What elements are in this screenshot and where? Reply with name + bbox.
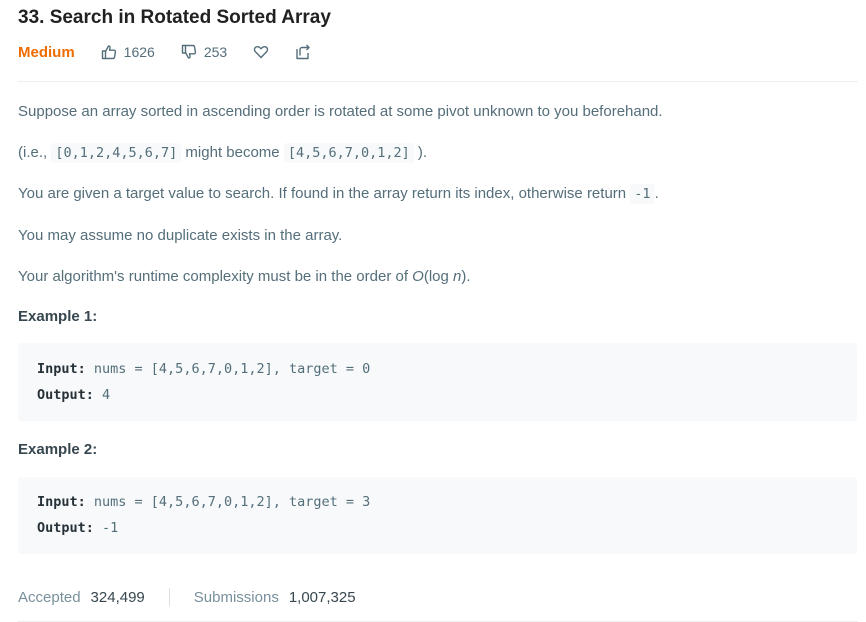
description-paragraph-1: Suppose an array sorted in ascending ord…	[18, 103, 663, 120]
submissions-label: Submissions	[193, 588, 279, 606]
inline-code-sorted-array: [0,1,2,4,5,6,7]	[51, 143, 182, 163]
favorite-button[interactable]	[253, 44, 269, 60]
submissions-value: 1,007,325	[288, 588, 356, 606]
inline-code-rotated-array: [4,5,6,7,0,1,2]	[283, 143, 414, 163]
example-2-output: Output: -1	[37, 520, 119, 536]
accepted-value: 324,499	[90, 588, 145, 606]
difficulty-badge: Medium	[18, 43, 75, 61]
submission-stats: Accepted 324,499 Submissions 1,007,325	[18, 586, 356, 608]
example-1-title: Example 1:	[18, 308, 98, 325]
share-button[interactable]	[295, 44, 311, 60]
accepted-label: Accepted	[18, 588, 81, 606]
example-2-code-block: Input: nums = [4,5,6,7,0,1,2], target = …	[18, 477, 857, 554]
heart-icon	[253, 46, 269, 59]
stats-separator	[168, 588, 170, 606]
like-count: 1626	[123, 44, 155, 60]
example-1-code-block: Input: nums = [4,5,6,7,0,1,2], target = …	[18, 343, 857, 421]
problem-title: 33. Search in Rotated Sorted Array	[18, 7, 331, 28]
problem-meta-bar: Medium 1626 253	[18, 40, 337, 64]
example-2-input: Input: nums = [4,5,6,7,0,1,2], target = …	[37, 494, 371, 510]
description-paragraph-5: Your algorithm's runtime complexity must…	[18, 268, 471, 285]
description-paragraph-4: You may assume no duplicate exists in th…	[18, 227, 343, 244]
example-1-input: Input: nums = [4,5,6,7,0,1,2], target = …	[37, 361, 371, 377]
inline-code-not-found: -1	[630, 184, 655, 204]
thumbs-up-icon	[101, 45, 116, 60]
like-button[interactable]: 1626	[101, 44, 155, 60]
example-2-title: Example 2:	[18, 441, 98, 458]
description-paragraph-2: (i.e., [0,1,2,4,5,6,7] might become [4,5…	[18, 143, 428, 163]
thumbs-down-icon	[181, 44, 196, 59]
dislike-count: 253	[203, 44, 228, 60]
share-icon	[296, 44, 310, 60]
description-paragraph-3: You are given a target value to search. …	[18, 184, 659, 204]
dislike-button[interactable]: 253	[181, 44, 227, 60]
example-1-output: Output: 4	[37, 387, 111, 403]
header-divider	[18, 81, 858, 82]
